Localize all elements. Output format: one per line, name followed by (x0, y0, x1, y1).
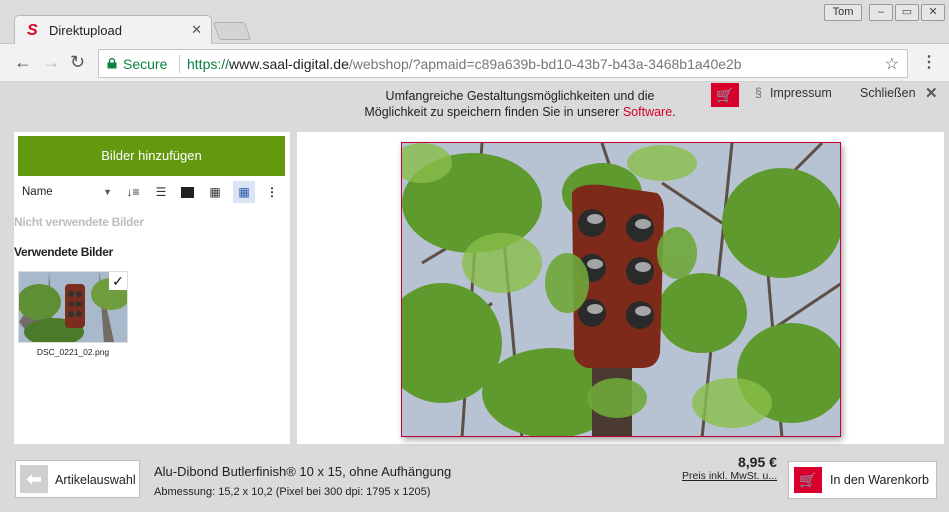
sort-order-icon[interactable]: ↓≡ (122, 181, 144, 203)
close-banner-icon[interactable]: ✕ (925, 84, 938, 102)
info-banner: Umfangreiche Gestaltungsmöglichkeiten un… (0, 83, 949, 124)
more-options-icon[interactable]: ⋮ (261, 181, 283, 203)
thumbnail-filename: DSC_0221_02.png (36, 347, 110, 357)
large-view-icon[interactable] (176, 181, 198, 203)
software-link[interactable]: Software (623, 105, 672, 119)
traffic-light-photo (402, 143, 840, 436)
detail-grid-view-icon[interactable]: ▦ (233, 181, 255, 203)
omnibox-divider (179, 55, 180, 73)
cart-icon: 🛒 (794, 467, 822, 493)
new-tab-button[interactable] (212, 22, 252, 40)
sort-select[interactable]: Name ▼ (18, 181, 116, 203)
url-text: https://www.saal-digital.de/webshop/?apm… (187, 56, 742, 72)
info-line-2-text: Möglichkeit zu speichern finden Sie in u… (364, 105, 620, 119)
footer-bar: ⬅ Artikelauswahl Alu-Dibond Butlerfinish… (0, 452, 949, 512)
product-dimensions: Abmessung: 15,2 x 10,2 (Pixel bei 300 dp… (154, 486, 431, 498)
saal-logo-icon: S (27, 22, 38, 39)
grid-view-icon[interactable]: ▦ (204, 181, 226, 203)
profile-button[interactable]: Tom (824, 4, 862, 21)
price-note-link[interactable]: Preis inkl. MwSt. u... (682, 470, 777, 482)
paragraph-icon: § (755, 86, 762, 100)
browser-tab[interactable]: S Direktupload ✕ (14, 15, 212, 45)
list-view-icon[interactable]: ☰ (150, 181, 172, 203)
info-line-2-end: . (672, 105, 676, 119)
cart-button-label: In den Warenkorb (830, 473, 929, 487)
image-thumbnail[interactable]: ✓ (18, 271, 128, 343)
back-arrow-icon: ⬅ (20, 465, 48, 493)
close-window-button[interactable]: ✕ (921, 4, 945, 21)
price: 8,95 € (738, 454, 777, 470)
forward-arrow-icon[interactable]: → (42, 52, 60, 72)
secure-label: Secure (123, 56, 168, 72)
maximize-button[interactable]: ▭ (895, 4, 919, 21)
image-library-panel: Bilder hinzufügen Name ▼ ↓≡ ☰ ▦ ▦ ⋮ Nicht… (14, 132, 290, 444)
unused-images-heading: Nicht verwendete Bilder (14, 215, 144, 229)
lock-icon (107, 58, 117, 69)
product-name: Alu-Dibond Butlerfinish® 10 x 15, ohne A… (154, 464, 452, 479)
add-images-button[interactable]: Bilder hinzufügen (18, 136, 285, 176)
bookmark-star-icon[interactable]: ☆ (885, 54, 899, 74)
product-preview-image[interactable] (401, 142, 841, 437)
impressum-label: Impressum (769, 86, 832, 100)
back-button-label: Artikelauswahl (55, 473, 136, 487)
url-host: www.saal-digital.de (229, 56, 349, 72)
info-line-2: Möglichkeit zu speichern finden Sie in u… (340, 104, 700, 120)
reload-icon[interactable]: ↻ (70, 52, 85, 72)
back-arrow-icon[interactable]: ← (14, 52, 32, 72)
used-images-heading: Verwendete Bilder (14, 245, 113, 259)
url-path: /webshop/?apmaid=c89a639b-bd10-43b7-b43a… (348, 56, 742, 72)
sort-value: Name (22, 186, 53, 198)
add-to-cart-button[interactable]: 🛒 In den Warenkorb (788, 461, 937, 499)
browser-menu-icon[interactable]: ⋮ (921, 52, 937, 72)
close-banner-link[interactable]: Schließen (860, 86, 916, 100)
info-message: Umfangreiche Gestaltungsmöglichkeiten un… (340, 88, 700, 120)
browser-toolbar: ← → ↻ Secure https://www.saal-digital.de… (0, 44, 949, 82)
tab-close-icon[interactable]: ✕ (191, 22, 202, 38)
preview-area (297, 132, 944, 444)
tab-title: Direktupload (49, 23, 122, 38)
browser-titlebar: S Direktupload ✕ Tom – ▭ ✕ (0, 0, 949, 45)
used-checkmark-icon: ✓ (109, 272, 127, 290)
article-selection-button[interactable]: ⬅ Artikelauswahl (15, 460, 140, 498)
address-bar[interactable]: Secure https://www.saal-digital.de/websh… (98, 49, 908, 78)
chevron-down-icon: ▼ (103, 187, 112, 197)
banner-cart-icon[interactable]: 🛒 (711, 83, 739, 107)
impressum-link[interactable]: § Impressum (755, 86, 832, 100)
info-line-1: Umfangreiche Gestaltungsmöglichkeiten un… (385, 89, 655, 103)
minimize-button[interactable]: – (869, 4, 893, 21)
url-scheme: https:// (187, 56, 230, 72)
